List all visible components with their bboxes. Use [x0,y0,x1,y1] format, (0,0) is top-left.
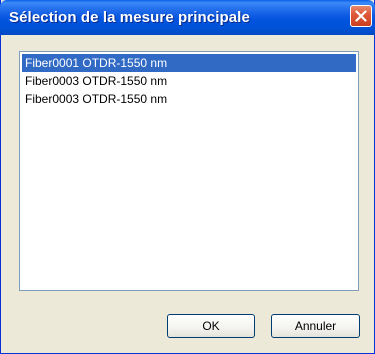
measurement-list[interactable]: Fiber0001 OTDR-1550 nm Fiber0003 OTDR-15… [19,51,359,291]
list-item[interactable]: Fiber0003 OTDR-1550 nm [22,90,356,108]
ok-button[interactable]: OK [167,314,255,338]
close-icon [355,10,367,22]
list-item[interactable]: Fiber0001 OTDR-1550 nm [22,54,356,72]
cancel-button[interactable]: Annuler [271,314,360,338]
close-button[interactable] [350,5,372,27]
title-bar[interactable]: Sélection de la mesure principale [0,0,375,35]
list-item[interactable]: Fiber0003 OTDR-1550 nm [22,72,356,90]
window-title: Sélection de la mesure principale [9,9,250,26]
dialog-window: Sélection de la mesure principale Fiber0… [0,0,375,354]
dialog-body: Fiber0001 OTDR-1550 nm Fiber0003 OTDR-15… [3,35,372,352]
